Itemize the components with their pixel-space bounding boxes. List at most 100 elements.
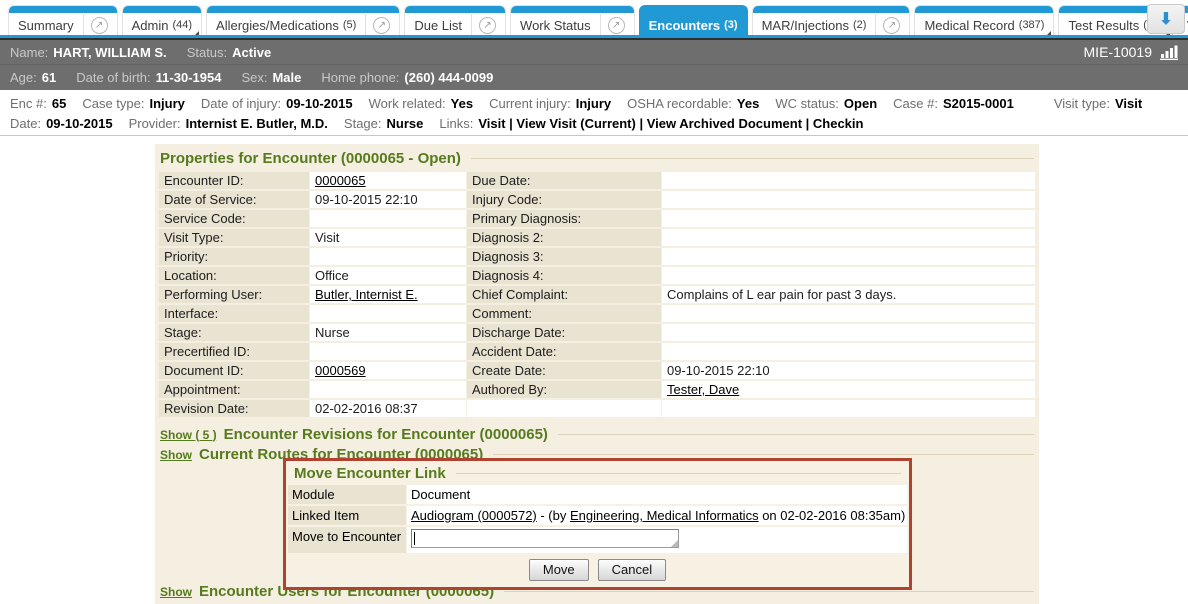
move-button[interactable]: Move bbox=[529, 559, 589, 581]
property-value: Office bbox=[310, 267, 466, 284]
property-label: Document ID: bbox=[159, 362, 309, 379]
popout-icon[interactable]: ↗ bbox=[608, 17, 625, 34]
table-row: Location: Office Diagnosis 4: bbox=[159, 267, 1035, 284]
phone-label: Home phone: bbox=[321, 70, 399, 85]
property-value bbox=[662, 400, 1035, 417]
tab-due-list[interactable]: Due List ↗ bbox=[404, 5, 506, 38]
enc-num-value: 65 bbox=[52, 96, 66, 111]
wc-status-label: WC status: bbox=[775, 96, 839, 111]
modal-title: Move Encounter Link bbox=[294, 465, 446, 482]
module-value: Document bbox=[407, 485, 907, 504]
property-value: Complains of L ear pain for past 3 days. bbox=[662, 286, 1035, 303]
current-injury-label: Current injury: bbox=[489, 96, 571, 111]
show-revisions-link[interactable]: Show ( 5 ) bbox=[160, 428, 217, 442]
stage-label: Stage: bbox=[344, 116, 382, 131]
tab-medical-record[interactable]: Medical Record (387) bbox=[914, 5, 1054, 38]
authored-by-link[interactable]: Tester, Dave bbox=[667, 382, 739, 397]
down-arrow-icon: ⬇ bbox=[1159, 9, 1172, 29]
move-to-encounter-label: Move to Encounter bbox=[288, 527, 406, 553]
name-label: Name: bbox=[10, 45, 48, 60]
visit-type-label: Visit type: bbox=[1054, 96, 1110, 111]
modal-title-row: Move Encounter Link bbox=[288, 463, 907, 485]
resize-grip[interactable] bbox=[671, 540, 678, 547]
performing-user-link[interactable]: Butler, Internist E. bbox=[315, 287, 418, 302]
encounter-revisions-section: Show ( 5 ) Encounter Revisions for Encou… bbox=[160, 426, 1034, 443]
tab-summary[interactable]: Summary ↗ bbox=[8, 5, 118, 38]
date-label: Date: bbox=[10, 116, 41, 131]
table-row: Performing User: Butler, Internist E. Ch… bbox=[159, 286, 1035, 303]
tab-label: Summary bbox=[18, 18, 74, 33]
property-label: Chief Complaint: bbox=[467, 286, 661, 303]
show-users-link[interactable]: Show bbox=[160, 585, 192, 599]
property-label: Priority: bbox=[159, 248, 309, 265]
property-value: 0000569 bbox=[310, 362, 466, 379]
properties-title: Properties for Encounter (0000065 - Open… bbox=[160, 150, 461, 167]
popout-icon[interactable]: ↗ bbox=[373, 17, 390, 34]
tab-work-status[interactable]: Work Status ↗ bbox=[510, 5, 635, 38]
property-label: Discharge Date: bbox=[467, 324, 661, 341]
tab-scroll-down-button[interactable]: ⬇ bbox=[1147, 4, 1185, 34]
property-label: Interface: bbox=[159, 305, 309, 322]
move-encounter-link-modal: Move Encounter Link Module Document Link… bbox=[283, 458, 912, 590]
osha-recordable-value: Yes bbox=[737, 96, 759, 111]
audiogram-document-link[interactable]: Audiogram (0000572) bbox=[411, 508, 537, 523]
tab-count: (5) bbox=[343, 19, 356, 31]
module-label: Module bbox=[288, 485, 406, 504]
popout-icon[interactable]: ↗ bbox=[91, 17, 108, 34]
provider-label: Provider: bbox=[129, 116, 181, 131]
dob-value: 11-30-1954 bbox=[156, 70, 222, 85]
property-label: Performing User: bbox=[159, 286, 309, 303]
linked-item-row: Linked Item Audiogram (0000572) - (by En… bbox=[288, 506, 907, 525]
property-label: Precertified ID: bbox=[159, 343, 309, 360]
cancel-button[interactable]: Cancel bbox=[598, 559, 666, 581]
property-value bbox=[662, 191, 1035, 208]
tab-mar-injections[interactable]: MAR/Injections (2) ↗ bbox=[752, 5, 911, 38]
property-value: Nurse bbox=[310, 324, 466, 341]
linked-item-label: Linked Item bbox=[288, 506, 406, 525]
tab-encounters[interactable]: Encounters (3) bbox=[639, 5, 748, 38]
property-value: Visit bbox=[310, 229, 466, 246]
tab-divider bbox=[471, 14, 472, 36]
property-value bbox=[310, 248, 466, 265]
tab-admin[interactable]: Admin (44) bbox=[122, 5, 202, 38]
heading-rule bbox=[471, 158, 1034, 159]
age-value: 61 bbox=[42, 70, 56, 85]
popout-icon[interactable]: ↗ bbox=[479, 17, 496, 34]
document-id-link[interactable]: 0000569 bbox=[315, 363, 366, 378]
property-label: Encounter ID: bbox=[159, 172, 309, 189]
property-value: 09-10-2015 22:10 bbox=[662, 362, 1035, 379]
property-value bbox=[662, 324, 1035, 341]
app-window: Summary ↗ Admin (44) Allergies/Medicatio… bbox=[0, 0, 1188, 603]
tab-allergies-medications[interactable]: Allergies/Medications (5) ↗ bbox=[206, 5, 400, 38]
heading-rule bbox=[493, 454, 1034, 455]
chart-icon[interactable] bbox=[1160, 45, 1178, 60]
move-to-encounter-input[interactable] bbox=[411, 529, 679, 548]
tab-bar: Summary ↗ Admin (44) Allergies/Medicatio… bbox=[0, 0, 1188, 38]
table-row: Document ID: 0000569 Create Date: 09-10-… bbox=[159, 362, 1035, 379]
linked-item-value: Audiogram (0000572) - (by Engineering, M… bbox=[407, 506, 907, 525]
visit-type-value: Visit bbox=[1115, 96, 1142, 111]
property-label: Comment: bbox=[467, 305, 661, 322]
show-routes-link[interactable]: Show bbox=[160, 448, 192, 462]
system-id: MIE-10019 bbox=[1084, 44, 1152, 60]
encounter-id-link[interactable]: 0000065 bbox=[315, 173, 366, 188]
patient-name: HART, WILLIAM S. bbox=[53, 45, 166, 60]
phone-value: (260) 444-0099 bbox=[404, 70, 493, 85]
encounter-header: Enc #: 65 Case type: Injury Date of inju… bbox=[0, 90, 1188, 136]
popout-icon[interactable]: ↗ bbox=[883, 17, 900, 34]
property-value bbox=[310, 305, 466, 322]
table-row: Encounter ID: 0000065 Due Date: bbox=[159, 172, 1035, 189]
properties-table: Encounter ID: 0000065 Due Date: Date of … bbox=[158, 170, 1036, 419]
property-value: 09-10-2015 22:10 bbox=[310, 191, 466, 208]
wc-status-value: Open bbox=[844, 96, 877, 111]
property-value bbox=[662, 210, 1035, 227]
table-row: Service Code: Primary Diagnosis: bbox=[159, 210, 1035, 227]
encounter-links[interactable]: Visit | View Visit (Current) | View Arch… bbox=[478, 116, 863, 131]
links-label: Links: bbox=[439, 116, 473, 131]
sex-value: Male bbox=[272, 70, 301, 85]
property-label: Diagnosis 2: bbox=[467, 229, 661, 246]
property-label: Appointment: bbox=[159, 381, 309, 398]
linked-by-user-link[interactable]: Engineering, Medical Informatics bbox=[570, 508, 759, 523]
tab-label: Work Status bbox=[520, 18, 591, 33]
property-value bbox=[662, 267, 1035, 284]
